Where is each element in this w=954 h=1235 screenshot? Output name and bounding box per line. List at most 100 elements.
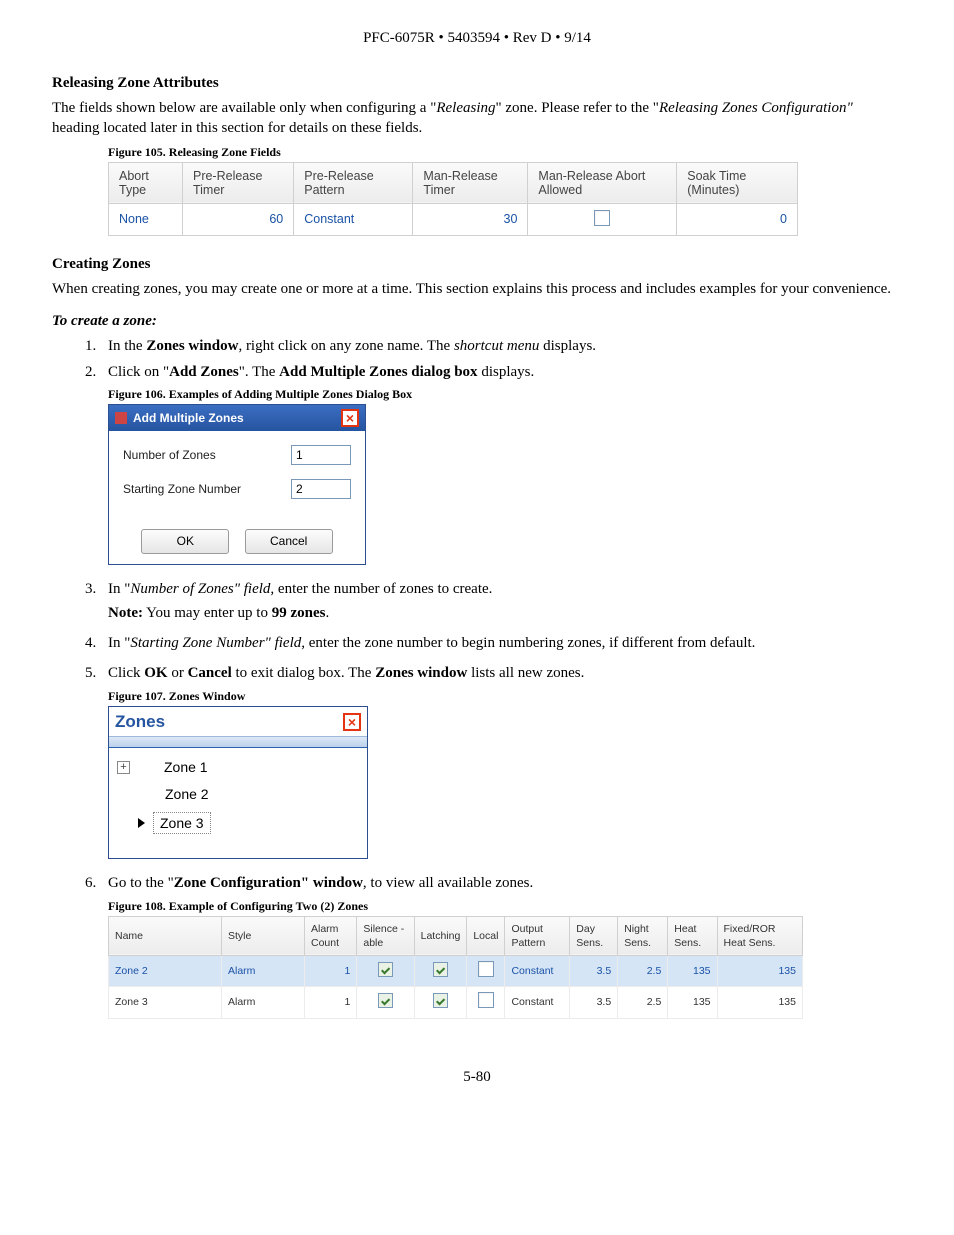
tree-item-zone-2[interactable]: Zone 2 <box>115 781 361 808</box>
col-name[interactable]: Name <box>109 916 222 955</box>
zones-window: Zones × + Zone 1 Zone 2 Zone 3 <box>108 706 368 860</box>
cell-night[interactable]: 2.5 <box>618 987 668 1018</box>
col-pre-release-timer[interactable]: Pre-Release Timer <box>182 162 293 203</box>
cell-silenceable[interactable] <box>357 987 414 1018</box>
cancel-button[interactable]: Cancel <box>245 529 333 553</box>
section-title-creating: Creating Zones <box>52 256 902 273</box>
figure-108-table: Name Style Alarm Count Silence -able Lat… <box>108 916 803 1019</box>
cell-style[interactable]: Alarm <box>222 956 305 987</box>
cell-latching[interactable] <box>414 987 467 1018</box>
checkbox-icon[interactable] <box>594 210 610 226</box>
page-number: 5-80 <box>52 1069 902 1086</box>
expand-icon[interactable]: + <box>117 761 130 774</box>
checkbox-checked-icon[interactable] <box>378 962 393 977</box>
cell-alarm[interactable]: 1 <box>305 956 357 987</box>
dialog-titlebar[interactable]: Add Multiple Zones × <box>109 405 365 431</box>
text: , enter the zone number to begin numberi… <box>301 635 755 651</box>
cell-heat[interactable]: 135 <box>668 956 717 987</box>
tree-item-zone-1[interactable]: + Zone 1 <box>115 754 361 781</box>
table-row[interactable]: Zone 3 Alarm 1 Constant 3.5 2.5 135 135 <box>109 987 803 1018</box>
cell-fixed[interactable]: 135 <box>717 987 802 1018</box>
text: Zone Configuration" window <box>174 875 363 891</box>
text: lists all new zones. <box>467 665 584 681</box>
label-number-of-zones: Number of Zones <box>123 447 291 463</box>
cell-soak[interactable]: 0 <box>677 203 798 235</box>
cell-name[interactable]: Zone 2 <box>109 956 222 987</box>
text: Click on " <box>108 364 169 380</box>
cell-output[interactable]: Constant <box>505 987 570 1018</box>
col-abort-type[interactable]: Abort Type <box>109 162 183 203</box>
col-heat-sens[interactable]: Heat Sens. <box>668 916 717 955</box>
page-header: PFC-6075R • 5403594 • Rev D • 9/14 <box>52 30 902 47</box>
cell-pre-timer[interactable]: 60 <box>182 203 293 235</box>
table-row[interactable]: None 60 Constant 30 0 <box>109 203 798 235</box>
col-pre-release-pattern[interactable]: Pre-Release Pattern <box>294 162 413 203</box>
cell-night[interactable]: 2.5 <box>618 956 668 987</box>
checkbox-icon[interactable] <box>478 961 494 977</box>
col-alarm-count[interactable]: Alarm Count <box>305 916 357 955</box>
tree-item-zone-3[interactable]: Zone 3 <box>115 808 361 839</box>
col-local[interactable]: Local <box>467 916 505 955</box>
cell-heat[interactable]: 135 <box>668 987 717 1018</box>
col-latching[interactable]: Latching <box>414 916 467 955</box>
col-man-release-timer[interactable]: Man-Release Timer <box>413 162 528 203</box>
text: shortcut menu <box>454 338 539 354</box>
step-1: In the Zones window, right click on any … <box>100 336 902 356</box>
cell-pre-pattern[interactable]: Constant <box>294 203 413 235</box>
howto-title: To create a zone: <box>52 313 902 330</box>
text: displays. <box>539 338 596 354</box>
cell-alarm[interactable]: 1 <box>305 987 357 1018</box>
tree-item-label: Zone 2 <box>165 785 209 804</box>
figure-106-caption: Figure 106. Examples of Adding Multiple … <box>108 386 902 402</box>
text: 99 zones <box>272 605 326 621</box>
close-icon[interactable]: × <box>343 713 361 731</box>
cell-local[interactable] <box>467 956 505 987</box>
cell-output[interactable]: Constant <box>505 956 570 987</box>
text: Releasing <box>436 100 495 116</box>
cell-fixed[interactable]: 135 <box>717 956 802 987</box>
ok-button[interactable]: OK <box>141 529 229 553</box>
col-silenceable[interactable]: Silence -able <box>357 916 414 955</box>
text: enter the number of zones to create. <box>274 581 492 597</box>
label-starting-zone-number: Starting Zone Number <box>123 481 291 497</box>
step-4: In "Starting Zone Number" field, enter t… <box>100 633 902 653</box>
cell-latching[interactable] <box>414 956 467 987</box>
col-style[interactable]: Style <box>222 916 305 955</box>
cell-local[interactable] <box>467 987 505 1018</box>
number-of-zones-input[interactable] <box>291 445 351 465</box>
col-day-sens[interactable]: Day Sens. <box>570 916 618 955</box>
app-icon <box>115 412 127 424</box>
col-night-sens[interactable]: Night Sens. <box>618 916 668 955</box>
cell-man-abort[interactable] <box>528 203 677 235</box>
cell-style[interactable]: Alarm <box>222 987 305 1018</box>
cell-man-timer[interactable]: 30 <box>413 203 528 235</box>
starting-zone-number-input[interactable] <box>291 479 351 499</box>
col-soak-time[interactable]: Soak Time (Minutes) <box>677 162 798 203</box>
figure-107-caption: Figure 107. Zones Window <box>108 688 902 704</box>
cell-day[interactable]: 3.5 <box>570 956 618 987</box>
section-title-releasing: Releasing Zone Attributes <box>52 75 902 92</box>
window-titlebar[interactable]: Zones × <box>109 707 367 736</box>
step-6: Go to the "Zone Configuration" window, t… <box>100 873 902 1018</box>
cell-abort[interactable]: None <box>109 203 183 235</box>
table-row[interactable]: Zone 2 Alarm 1 Constant 3.5 2.5 135 135 <box>109 956 803 987</box>
checkbox-checked-icon[interactable] <box>433 993 448 1008</box>
selected-arrow-icon <box>138 818 145 828</box>
cell-name[interactable]: Zone 3 <box>109 987 222 1018</box>
col-man-release-abort[interactable]: Man-Release Abort Allowed <box>528 162 677 203</box>
text: Cancel <box>188 665 232 681</box>
window-title: Zones <box>115 711 343 734</box>
window-tabstrip[interactable] <box>109 736 367 748</box>
text: heading located later in this section fo… <box>52 120 422 136</box>
close-icon[interactable]: × <box>341 409 359 427</box>
cell-day[interactable]: 3.5 <box>570 987 618 1018</box>
text: You may enter up to <box>143 605 272 621</box>
checkbox-icon[interactable] <box>478 992 494 1008</box>
col-fixed-ror[interactable]: Fixed/ROR Heat Sens. <box>717 916 802 955</box>
step-3: In "Number of Zones" field, enter the nu… <box>100 579 902 624</box>
checkbox-checked-icon[interactable] <box>433 962 448 977</box>
text: In " <box>108 581 130 597</box>
checkbox-checked-icon[interactable] <box>378 993 393 1008</box>
col-output-pattern[interactable]: Output Pattern <box>505 916 570 955</box>
cell-silenceable[interactable] <box>357 956 414 987</box>
